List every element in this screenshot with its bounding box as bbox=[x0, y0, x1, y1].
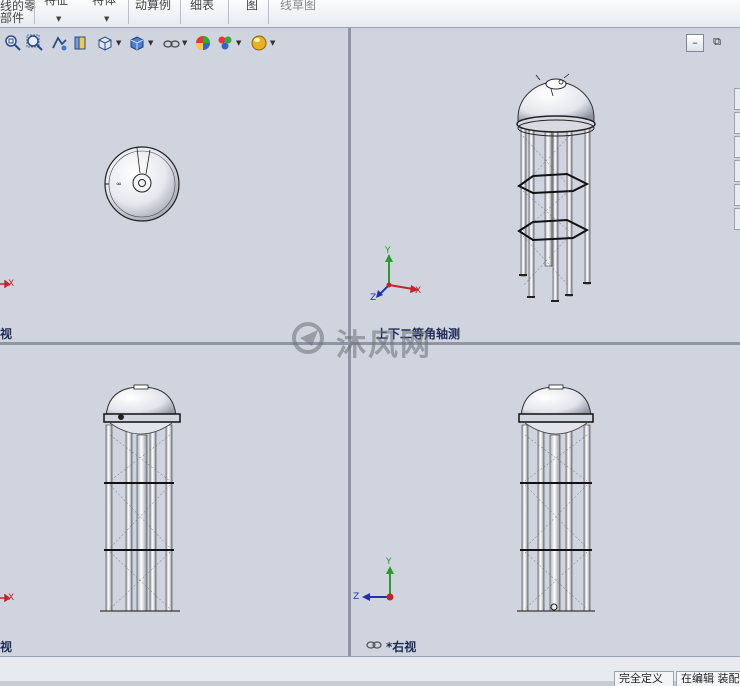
ribbon-item-feature[interactable]: 特征 ▼ bbox=[44, 0, 69, 23]
ribbon-item-motion-study-label: 动算例 bbox=[135, 0, 172, 12]
zoom-to-area-icon[interactable] bbox=[26, 34, 44, 52]
z-axis-label: Z bbox=[353, 592, 360, 602]
ribbon-item-feature-label: 特征 bbox=[44, 0, 69, 7]
chevron-down-icon[interactable]: ▼ bbox=[148, 39, 153, 47]
ribbon-item-drawing-label: 图 bbox=[246, 0, 259, 12]
chevron-down-icon[interactable]: ▼ bbox=[116, 39, 121, 47]
ribbon-item-3d-sketch[interactable]: 线草图 bbox=[280, 0, 316, 11]
display-style-icon[interactable] bbox=[128, 34, 146, 52]
zoom-to-fit-icon[interactable] bbox=[4, 34, 22, 52]
command-ribbon: 线的零 部件 特征 ▼ 特体 ▼ 动算例 细表 图 线草图 bbox=[0, 0, 740, 28]
apply-scene-icon[interactable] bbox=[216, 34, 234, 52]
previous-view-icon[interactable] bbox=[50, 34, 68, 52]
viewport-bottom-right-model[interactable] bbox=[351, 345, 740, 656]
ribbon-item-motion-study[interactable]: 动算例 bbox=[135, 0, 171, 11]
chevron-down-icon: ▼ bbox=[104, 15, 110, 23]
ribbon-item-drawing[interactable]: 图 bbox=[246, 0, 258, 11]
chevron-down-icon[interactable]: ▼ bbox=[270, 39, 275, 47]
svg-text:∞: ∞ bbox=[116, 180, 122, 188]
y-axis-label: Y bbox=[386, 557, 392, 567]
ribbon-separator bbox=[180, 0, 181, 24]
restore-viewport-button[interactable]: ⧉ bbox=[708, 34, 726, 52]
ribbon-item-body[interactable]: 特体 ▼ bbox=[92, 0, 117, 23]
status-field-editing: 在编辑 装配体 bbox=[676, 671, 740, 686]
view-orientation-icon[interactable] bbox=[96, 34, 114, 52]
chevron-down-icon[interactable]: ▼ bbox=[236, 39, 241, 47]
viewport-bottom-left-model[interactable] bbox=[0, 345, 348, 656]
coordinate-triad bbox=[376, 254, 419, 298]
x-axis-label: X bbox=[415, 286, 422, 296]
viewport-bottom-left-label: 视 bbox=[0, 640, 13, 654]
coordinate-triad bbox=[362, 566, 394, 601]
ribbon-item-3d-sketch-label: 线草图 bbox=[280, 0, 317, 12]
ribbon-item-bom[interactable]: 细表 bbox=[190, 0, 214, 11]
view-settings-icon[interactable] bbox=[250, 34, 268, 52]
viewport-top-right-label: 上下二等角轴测 bbox=[376, 327, 461, 341]
minimize-viewport-button[interactable]: – bbox=[686, 34, 704, 52]
ribbon-separator bbox=[34, 0, 35, 24]
viewport-bottom-right-label: *右视 bbox=[386, 640, 417, 654]
ribbon-item-body-label: 特体 bbox=[92, 0, 117, 7]
x-axis-arrow-icon bbox=[0, 594, 10, 602]
ribbon-separator bbox=[228, 0, 229, 24]
chevron-down-icon[interactable]: ▼ bbox=[182, 39, 187, 47]
ribbon-separator bbox=[128, 0, 129, 24]
x-axis-arrow-icon bbox=[0, 280, 10, 288]
link-views-icon[interactable] bbox=[366, 640, 382, 650]
ribbon-item-bom-label: 细表 bbox=[190, 0, 215, 12]
viewport-top-left-model[interactable]: ∞ bbox=[0, 56, 348, 342]
status-bar: 完全定义 在编辑 装配体 bbox=[0, 656, 740, 686]
edit-appearance-icon[interactable] bbox=[194, 34, 212, 52]
ribbon-item-parts[interactable]: 线的零 部件 bbox=[0, 0, 36, 24]
viewport-top-left-label: 视 bbox=[0, 327, 13, 341]
z-axis-label: Z bbox=[370, 293, 377, 303]
ribbon-separator bbox=[268, 0, 269, 24]
section-view-icon[interactable] bbox=[72, 34, 90, 52]
viewport-top-right-model[interactable] bbox=[351, 56, 740, 342]
chevron-down-icon: ▼ bbox=[56, 15, 62, 23]
ribbon-item-parts-line2: 部件 bbox=[0, 11, 25, 25]
status-field-definition: 完全定义 bbox=[614, 671, 674, 686]
hide-show-items-icon[interactable] bbox=[162, 34, 180, 52]
y-axis-label: Y bbox=[385, 246, 391, 256]
